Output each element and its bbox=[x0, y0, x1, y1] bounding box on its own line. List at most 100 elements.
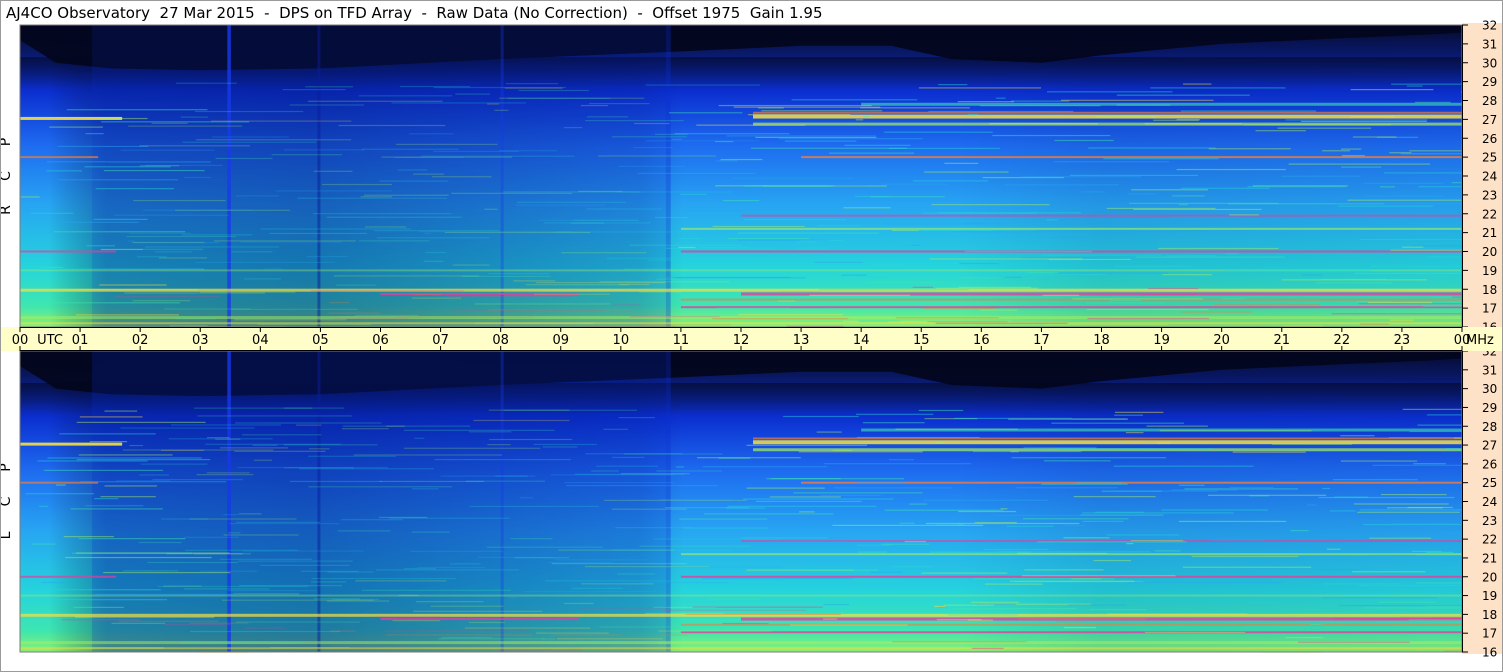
noise-streak bbox=[654, 216, 688, 219]
noise-streak bbox=[834, 487, 953, 489]
noise-streak bbox=[740, 537, 828, 539]
noise-streak bbox=[750, 147, 907, 149]
noise-streak bbox=[238, 560, 353, 562]
noise-streak bbox=[958, 550, 995, 552]
noise-streak bbox=[538, 219, 639, 221]
noise-streak bbox=[116, 480, 171, 482]
noise-streak bbox=[712, 225, 805, 228]
noise-streak bbox=[229, 522, 339, 525]
noise-streak bbox=[326, 216, 462, 218]
noise-streak bbox=[1055, 621, 1085, 623]
noise-streak bbox=[25, 493, 95, 495]
noise-streak bbox=[574, 473, 685, 475]
noise-streak bbox=[86, 245, 116, 247]
noise-streak bbox=[1116, 564, 1137, 566]
noise-streak bbox=[1148, 287, 1199, 290]
noise-streak bbox=[113, 214, 229, 216]
noise-streak bbox=[63, 536, 114, 538]
noise-streak bbox=[1333, 496, 1369, 498]
noise-streak bbox=[1047, 237, 1090, 239]
time-tick-label: 02 bbox=[132, 333, 149, 348]
noise-streak bbox=[364, 226, 407, 228]
noise-streak bbox=[999, 551, 1151, 553]
noise-streak bbox=[161, 449, 205, 451]
noise-streak bbox=[231, 251, 273, 253]
noise-streak bbox=[744, 185, 831, 187]
noise-streak bbox=[1406, 85, 1423, 87]
noise-streak bbox=[1181, 311, 1253, 313]
noise-streak bbox=[1407, 506, 1453, 509]
noise-streak bbox=[1372, 464, 1462, 466]
noise-streak bbox=[1334, 617, 1462, 619]
noise-streak bbox=[1113, 265, 1192, 268]
noise-streak bbox=[66, 109, 208, 111]
noise-streak bbox=[816, 431, 842, 433]
noise-streak bbox=[726, 135, 876, 137]
noise-streak bbox=[783, 415, 859, 418]
noise-streak bbox=[169, 325, 208, 327]
noise-streak bbox=[702, 466, 828, 468]
noise-streak bbox=[1391, 522, 1459, 525]
noise-streak bbox=[967, 113, 979, 116]
noise-streak bbox=[742, 498, 894, 500]
noise-streak bbox=[856, 320, 898, 322]
freq-tick-label: 20 bbox=[1482, 570, 1497, 584]
noise-streak bbox=[704, 513, 834, 515]
noise-streak bbox=[518, 89, 590, 92]
time-tick-label: 01 bbox=[72, 333, 89, 348]
noise-streak bbox=[1356, 300, 1393, 303]
noise-streak bbox=[85, 133, 104, 135]
noise-streak bbox=[958, 510, 1016, 513]
noise-streak bbox=[674, 133, 790, 135]
noise-streak bbox=[1416, 582, 1462, 584]
noise-streak bbox=[637, 172, 756, 174]
noise-streak bbox=[957, 101, 1015, 103]
noise-streak bbox=[777, 300, 796, 302]
noise-streak bbox=[954, 417, 1072, 419]
noise-streak bbox=[798, 451, 923, 453]
interference-line bbox=[380, 618, 579, 621]
noise-streak bbox=[190, 622, 249, 624]
noise-streak bbox=[1210, 539, 1264, 541]
freq-tick-label: 28 bbox=[1482, 420, 1497, 434]
noise-streak bbox=[99, 284, 167, 286]
noise-streak bbox=[1247, 186, 1346, 188]
noise-streak bbox=[1285, 636, 1324, 639]
noise-streak bbox=[1430, 552, 1453, 554]
noise-streak bbox=[104, 485, 158, 487]
noise-streak bbox=[989, 123, 1099, 125]
noise-streak bbox=[489, 438, 573, 441]
freq-tick-label: 19 bbox=[1482, 589, 1497, 603]
noise-streak bbox=[424, 233, 431, 235]
noise-streak bbox=[184, 176, 212, 179]
noise-streak bbox=[223, 534, 299, 536]
lcp-spectrogram-panel bbox=[19, 350, 1463, 654]
noise-streak bbox=[1225, 253, 1239, 255]
noise-streak bbox=[545, 580, 681, 582]
noise-streak bbox=[494, 109, 509, 111]
noise-streak bbox=[1005, 276, 1022, 278]
noise-streak bbox=[953, 608, 1077, 610]
noise-streak bbox=[145, 246, 280, 248]
noise-streak bbox=[464, 627, 591, 629]
noise-streak bbox=[410, 550, 504, 552]
noise-streak bbox=[570, 222, 604, 224]
noise-streak bbox=[164, 308, 251, 310]
noise-streak bbox=[679, 237, 702, 240]
noise-streak bbox=[669, 112, 743, 114]
noise-streak bbox=[1053, 161, 1170, 163]
noise-streak bbox=[1072, 298, 1203, 300]
noise-streak bbox=[639, 291, 682, 293]
noise-streak bbox=[1125, 432, 1144, 434]
noise-streak bbox=[964, 250, 1092, 253]
noise-streak bbox=[76, 459, 211, 461]
time-stripe bbox=[665, 351, 671, 652]
noise-streak bbox=[1180, 110, 1316, 112]
noise-streak bbox=[692, 606, 823, 608]
time-tick-label: 14 bbox=[853, 333, 870, 348]
noise-streak bbox=[1358, 584, 1462, 587]
noise-streak bbox=[1322, 583, 1401, 585]
noise-streak bbox=[728, 237, 810, 240]
noise-streak bbox=[1064, 524, 1086, 527]
noise-streak bbox=[413, 293, 442, 296]
